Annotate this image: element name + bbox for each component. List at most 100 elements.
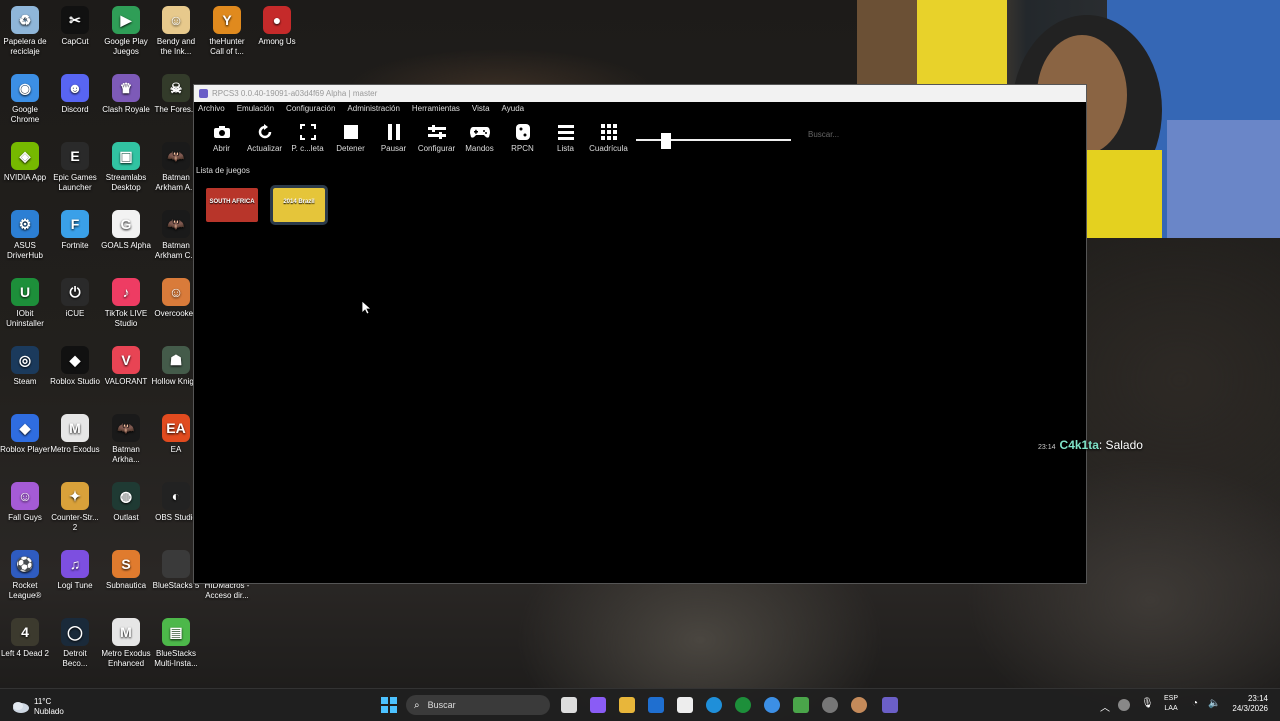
desktop-icon-bluestacks-multi[interactable]: ▤ BlueStacks Multi-Insta... (151, 618, 201, 669)
zoom-slider[interactable] (636, 133, 791, 149)
microphone-icon[interactable]: 🎙 (1141, 698, 1154, 709)
obs-taskbar-icon[interactable] (822, 697, 838, 713)
stop-icon (329, 122, 372, 142)
cloud-icon (13, 702, 29, 713)
window-titlebar[interactable]: RPCS3 0.0.40-19091-a03d4f69 Alpha | mast… (194, 85, 1086, 102)
toolbar-button-gamepad[interactable]: Mandos (458, 122, 501, 153)
desktop-icon-asus[interactable]: ⚙ ASUS DriverHub (0, 210, 50, 261)
desktop-icon-google-play-games[interactable]: ▶ Google Play Juegos (101, 6, 151, 57)
google-play-games-icon: ▶ (112, 6, 140, 34)
toolbar-button-rpcn[interactable]: RPCN (501, 122, 544, 153)
desktop-icon-streamlabs[interactable]: ▣ Streamlabs Desktop (101, 142, 151, 193)
outlast-icon: ◍ (112, 482, 140, 510)
desktop-icon-label: TikTok LIVE Studio (104, 309, 148, 328)
zoom-slider-thumb[interactable] (660, 133, 671, 149)
desktop-icon-subnautica[interactable]: S Subnautica (101, 550, 151, 591)
chrome-taskbar-icon[interactable] (764, 697, 780, 713)
toolbar-button-fullscreen[interactable]: P. c...leta (286, 122, 329, 153)
desktop-icon-icue[interactable]: ⏻ iCUE (50, 278, 100, 319)
menu-vista[interactable]: Vista (472, 102, 496, 116)
desktop-icon-metro-exodus[interactable]: M Metro Exodus (50, 414, 100, 455)
desktop-icon-tiktok[interactable]: ♪ TikTok LIVE Studio (101, 278, 151, 329)
icue-icon: ⏻ (61, 278, 89, 306)
toolbar: Abrir Actualizar P. c...leta Detener Pausar C… (194, 116, 1086, 166)
toolbar-button-refresh[interactable]: Actualizar (243, 122, 286, 153)
config-icon (415, 122, 458, 142)
menu-archivo[interactable]: Archivo (198, 102, 231, 116)
batman-icon: 🦇 (162, 142, 190, 170)
discord-icon: ☻ (61, 74, 89, 102)
volume-icon[interactable]: 🔈 (1208, 698, 1220, 709)
desktop-icon-steam[interactable]: ◎ Steam (0, 346, 50, 387)
chat-user: C4k1ta (1059, 438, 1099, 452)
iobit-taskbar-icon[interactable] (735, 697, 751, 713)
desktop-icon-label: Left 4 Dead 2 (0, 649, 50, 658)
tray-app-icon[interactable] (1118, 699, 1130, 711)
copilot-icon[interactable] (590, 697, 606, 713)
desktop-icon-fall-guys[interactable]: ☺ Fall Guys (0, 482, 50, 523)
toolbar-button-config[interactable]: Configurar (415, 122, 458, 153)
desktop-icon-thehunter[interactable]: YtheHunter Call of t... (202, 6, 252, 57)
chevron-up-icon[interactable]: ︿ (1100, 699, 1110, 714)
desktop-icon-rocket-league[interactable]: ⚽ Rocket League® (0, 550, 50, 601)
toolbar-button-list[interactable]: Lista (544, 122, 587, 153)
minecraft-icon[interactable] (793, 697, 809, 713)
toolbar-button-stop[interactable]: Detener (329, 122, 372, 153)
toolbar-button-pause[interactable]: Pausar (372, 122, 415, 153)
desktop-icon-detroit[interactable]: ◯ Detroit Beco... (50, 618, 100, 669)
desktop-icon-among-us[interactable]: ● Among Us (252, 6, 302, 47)
desktop-icon-valorant[interactable]: V VALORANT (101, 346, 151, 387)
menu-emulacion[interactable]: Emulación (237, 102, 280, 116)
toolbar-button-label: P. c...leta (291, 144, 324, 153)
desktop-icon-outlast[interactable]: ◍ Outlast (101, 482, 151, 523)
desktop-icon-chrome[interactable]: ◉ Google Chrome (0, 74, 50, 125)
desktop-icon-metro-enhanced[interactable]: M Metro Exodus Enhanced E... (101, 618, 151, 669)
search-input[interactable]: Buscar... (808, 130, 878, 139)
desktop-icon-fortnite[interactable]: F Fortnite (50, 210, 100, 251)
task-view-icon[interactable] (561, 697, 577, 713)
desktop-icon-goals[interactable]: G GOALS Alpha (101, 210, 151, 251)
desktop-icon-clash-royale[interactable]: ♛ Clash Royale (101, 74, 151, 115)
desktop-icon-batman-knight[interactable]: 🦇 Batman Arkha... (101, 414, 151, 465)
menu-administracion[interactable]: Administración (347, 102, 405, 116)
windows-start-button[interactable] (381, 697, 397, 713)
weather-widget[interactable]: 11°C Nublado (12, 697, 64, 717)
menu-configuracion[interactable]: Configuración (286, 102, 341, 116)
desktop-icon-label: Papelera de reciclaje (3, 37, 47, 56)
toolbar-button-grid[interactable]: Cuadrícula (587, 122, 630, 153)
app-taskbar-icon[interactable] (851, 697, 867, 713)
toolbar-button-label: Configurar (417, 144, 456, 153)
wifi-icon[interactable]: ◔ (1192, 698, 1198, 709)
outlook-icon[interactable] (648, 697, 664, 713)
store-icon[interactable] (677, 697, 693, 713)
desktop-icon-label: Roblox Player (0, 445, 50, 454)
fall-guys-icon: ☺ (11, 482, 39, 510)
desktop-icon-roblox-player[interactable]: ◆ Roblox Player (0, 414, 50, 455)
zoom-slider-track (636, 139, 791, 141)
language-indicator[interactable]: ESP LAA (1164, 694, 1178, 714)
menu-herramientas[interactable]: Herramientas (412, 102, 466, 116)
rpcs3-taskbar-icon[interactable] (882, 697, 898, 713)
desktop-icon-iobit[interactable]: U IObit Uninstaller (0, 278, 50, 329)
desktop-icon-left4dead[interactable]: 4 Left 4 Dead 2 (0, 618, 50, 659)
desktop-icon-discord[interactable]: ☻ Discord (50, 74, 100, 115)
edge-icon[interactable] (706, 697, 722, 713)
menu-ayuda[interactable]: Ayuda (502, 102, 531, 116)
desktop-icon-roblox-studio[interactable]: ◆ Roblox Studio (50, 346, 100, 387)
toolbar-button-camera[interactable]: Abrir (200, 122, 243, 153)
desktop-icon-counter-strike[interactable]: ✦ Counter-Str... 2 (50, 482, 100, 533)
desktop-icon-epic-games[interactable]: E Epic Games Launcher (50, 142, 100, 193)
desktop-icon-logi-tune[interactable]: ♫ Logi Tune (50, 550, 100, 591)
game-tile[interactable]: 2014 Brazil (270, 185, 328, 225)
overcooked-icon: ☺ (162, 278, 190, 306)
game-tile[interactable]: SOUTH AFRICA (206, 188, 258, 222)
desktop-icon-capcut[interactable]: ✂ CapCut (50, 6, 100, 47)
desktop-icon-recycle-bin[interactable]: ♻ Papelera de reciclaje (0, 6, 50, 57)
toolbar-button-label: Detener (336, 144, 365, 153)
desktop-icon-nvidia[interactable]: ◈ NVIDIA App (0, 142, 50, 183)
file-explorer-icon[interactable] (619, 697, 635, 713)
clock[interactable]: 23:14 24/3/2026 (1226, 694, 1268, 714)
desktop-icon-bendy[interactable]: ☺ Bendy and the Ink... (151, 6, 201, 57)
valorant-icon: V (112, 346, 140, 374)
taskbar-search[interactable]: ⌕ Buscar (406, 695, 550, 715)
